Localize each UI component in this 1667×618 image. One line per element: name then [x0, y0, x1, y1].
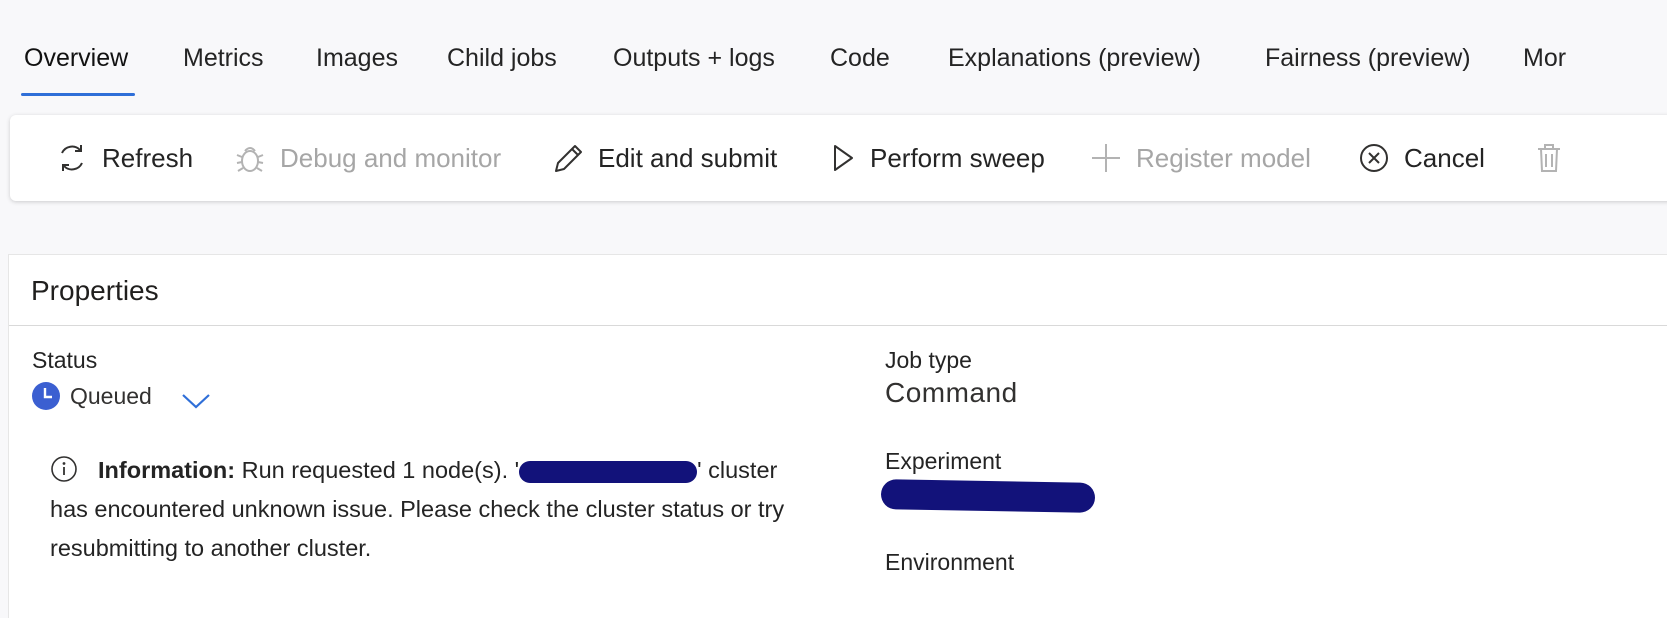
chevron-down-icon[interactable] — [181, 391, 211, 411]
edit-submit-label: Edit and submit — [598, 142, 778, 173]
tab-more[interactable]: Mor — [1523, 44, 1566, 98]
tab-overview[interactable]: Overview — [24, 44, 128, 98]
bug-icon — [236, 147, 264, 172]
refresh-button[interactable]: Refresh — [56, 115, 193, 201]
environment-label: Environment — [885, 549, 1015, 575]
tab-bar: Overview Metrics Images Child jobs Outpu… — [0, 0, 1667, 100]
plus-icon — [1092, 144, 1120, 172]
job-type-label: Job type — [885, 347, 972, 373]
cancel-label: Cancel — [1404, 142, 1485, 173]
tab-images[interactable]: Images — [316, 44, 398, 98]
properties-card: Properties Status Queued Information: Ru… — [8, 254, 1667, 618]
status-text: Queued — [70, 382, 152, 409]
cancel-circle-icon — [1360, 144, 1388, 172]
refresh-icon — [61, 145, 83, 171]
delete-button[interactable] — [1535, 115, 1563, 201]
redacted-cluster-name — [519, 460, 698, 483]
clock-icon — [32, 382, 60, 410]
info-text-3: resubmitting to another cluster. — [50, 535, 372, 561]
debug-monitor-label: Debug and monitor — [280, 142, 502, 173]
perform-sweep-label: Perform sweep — [870, 142, 1045, 173]
properties-title: Properties — [31, 275, 159, 306]
tab-metrics[interactable]: Metrics — [183, 44, 264, 98]
trash-icon — [1538, 144, 1560, 172]
info-icon — [51, 456, 77, 482]
status-label: Status — [32, 347, 98, 373]
info-text-1: Run requested 1 node(s). ' — [241, 457, 520, 483]
debug-monitor-button[interactable]: Debug and monitor — [234, 115, 501, 201]
tab-child-jobs[interactable]: Child jobs — [447, 44, 557, 98]
info-text-2: has encountered unknown issue. Please ch… — [50, 496, 785, 522]
info-label: Information: — [98, 457, 236, 483]
job-type-value: Command — [885, 377, 1018, 408]
info-text-1b: ' cluster — [697, 457, 778, 483]
cancel-button[interactable]: Cancel — [1358, 115, 1485, 201]
register-model-button[interactable]: Register model — [1090, 115, 1311, 201]
active-tab-indicator — [21, 93, 135, 96]
tab-explanations[interactable]: Explanations (preview) — [948, 44, 1201, 98]
play-icon — [834, 145, 853, 171]
tab-code[interactable]: Code — [830, 44, 890, 98]
status-value: Queued — [32, 381, 152, 411]
command-toolbar: Refresh Debug and monitor Edit and submi… — [10, 115, 1667, 201]
tab-outputs-logs[interactable]: Outputs + logs — [613, 44, 775, 98]
perform-sweep-button[interactable]: Perform sweep — [830, 115, 1045, 201]
tab-fairness[interactable]: Fairness (preview) — [1265, 44, 1471, 98]
experiment-label: Experiment — [885, 448, 1002, 474]
register-model-label: Register model — [1136, 142, 1311, 173]
redacted-experiment-name — [880, 479, 1096, 513]
pencil-icon — [555, 145, 582, 172]
refresh-label: Refresh — [102, 142, 194, 173]
edit-submit-button[interactable]: Edit and submit — [552, 115, 777, 201]
properties-divider — [9, 325, 1667, 326]
